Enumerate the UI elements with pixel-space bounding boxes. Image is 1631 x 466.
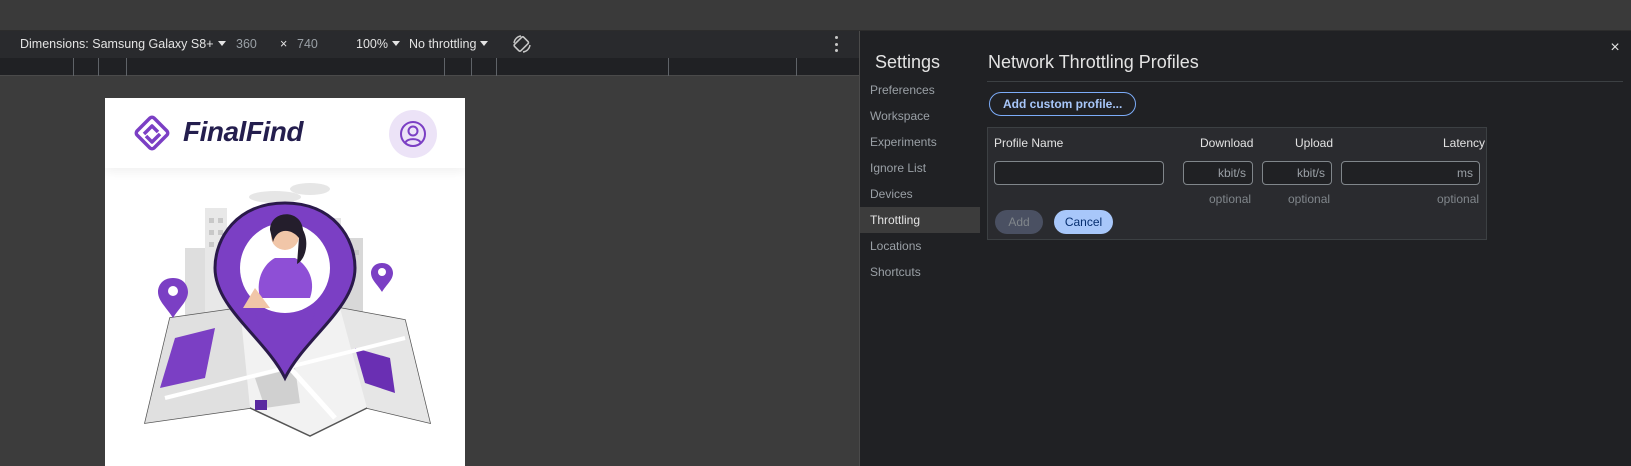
upload-input[interactable]: kbit/s (1262, 161, 1332, 185)
dimensions-label: Dimensions: Samsung Galaxy S8+ (20, 37, 214, 51)
column-header-upload: Upload (1295, 136, 1334, 150)
nav-item-ignore-list[interactable]: Ignore List (860, 155, 980, 181)
width-input[interactable]: 360 (236, 37, 257, 51)
app-header: FinalFind (105, 98, 465, 168)
settings-panel: Settings Preferences Workspace Experimen… (859, 31, 1631, 466)
device-screen: FinalFind (105, 98, 465, 466)
download-optional-hint: optional (1209, 192, 1252, 206)
nav-item-workspace[interactable]: Workspace (860, 103, 980, 129)
throttling-label: No throttling (409, 37, 477, 51)
profile-name-input[interactable] (994, 161, 1164, 185)
add-button[interactable]: Add (995, 210, 1043, 234)
map-location-illustration (144, 183, 432, 437)
settings-nav: Preferences Workspace Experiments Ignore… (860, 77, 980, 285)
zoom-dropdown[interactable]: 100% (356, 37, 400, 51)
nav-item-throttling[interactable]: Throttling (860, 207, 980, 233)
nav-item-devices[interactable]: Devices (860, 181, 980, 207)
device-toolbar: Dimensions: Samsung Galaxy S8+ 360 × 740… (0, 31, 859, 58)
close-icon[interactable]: × (1607, 40, 1623, 56)
zoom-label: 100% (356, 37, 388, 51)
custom-profile-form: Profile Name Download Upload Latency kbi… (987, 127, 1487, 240)
nav-item-locations[interactable]: Locations (860, 233, 980, 259)
add-custom-profile-button[interactable]: Add custom profile... (989, 92, 1137, 116)
height-input[interactable]: 740 (297, 37, 318, 51)
nav-item-preferences[interactable]: Preferences (860, 77, 980, 103)
latency-input[interactable]: ms (1341, 161, 1480, 185)
upload-optional-hint: optional (1288, 192, 1331, 206)
logo-text[interactable]: FinalFind (183, 116, 303, 148)
chevron-down-icon (391, 41, 400, 46)
throttling-dropdown[interactable]: No throttling (409, 37, 489, 51)
window-top-strip (0, 0, 1631, 31)
rotate-icon[interactable] (512, 34, 532, 54)
profile-button[interactable] (389, 110, 437, 158)
media-query-ruler (0, 58, 859, 76)
column-header-download: Download (1200, 136, 1254, 150)
more-options-icon[interactable] (832, 36, 840, 52)
download-input[interactable]: kbit/s (1183, 161, 1253, 185)
latency-optional-hint: optional (1437, 192, 1480, 206)
chevron-down-icon (217, 41, 226, 46)
cancel-button[interactable]: Cancel (1054, 210, 1113, 234)
user-icon (400, 121, 426, 147)
chevron-down-icon (480, 41, 489, 46)
column-header-profile-name: Profile Name (994, 136, 1064, 150)
dimensions-dropdown[interactable]: Dimensions: Samsung Galaxy S8+ (20, 37, 226, 51)
nav-item-shortcuts[interactable]: Shortcuts (860, 259, 980, 285)
times-sign: × (280, 37, 288, 51)
divider (987, 81, 1623, 82)
settings-title: Settings (875, 52, 941, 72)
nav-item-experiments[interactable]: Experiments (860, 129, 980, 155)
column-header-latency: Latency (1443, 136, 1486, 150)
logo-icon[interactable] (131, 112, 173, 154)
page-title: Network Throttling Profiles (988, 52, 1199, 72)
